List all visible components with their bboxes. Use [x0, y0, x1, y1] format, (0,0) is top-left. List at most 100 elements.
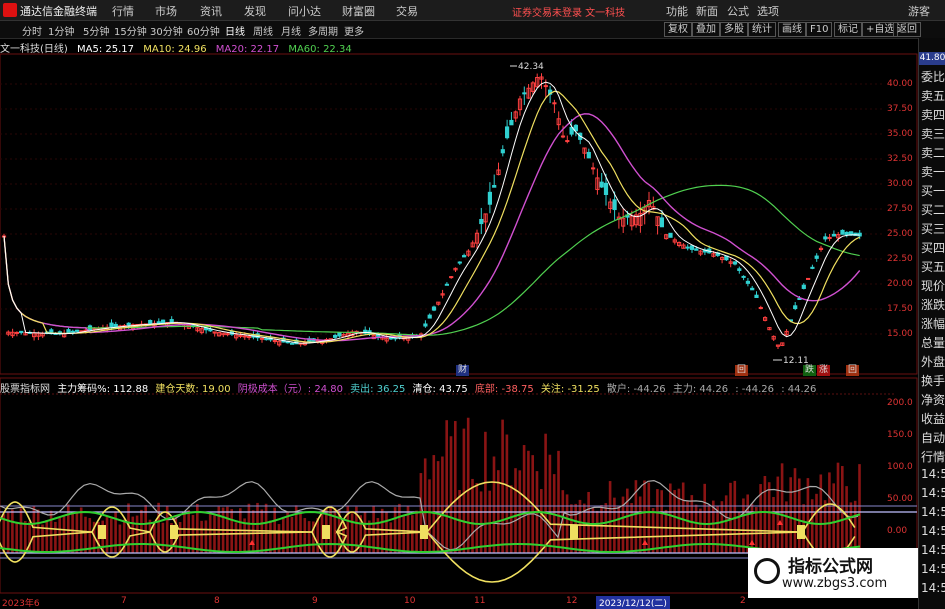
- tag-event-1[interactable]: 回: [735, 365, 749, 376]
- candle-body: [505, 126, 510, 139]
- indicator-bar: [49, 510, 53, 553]
- watermark-logo-icon: [754, 558, 780, 584]
- indicator-bar: [849, 502, 853, 553]
- indicator-bar: [187, 510, 190, 553]
- indicator-bar: [398, 503, 401, 553]
- indicator-bar: [673, 490, 676, 553]
- indicator-bar: [466, 417, 470, 553]
- sidebar-label: 卖三: [921, 127, 945, 141]
- indicator-bar: [548, 454, 552, 553]
- sidebar-label: 换手: [921, 374, 945, 388]
- indicator-bar: [79, 507, 83, 553]
- indicator-info-line: 股票指标网 主力筹码%: 112.88 建仓天数: 19.00 阴极成本（元）:…: [0, 380, 820, 395]
- price-tick-17-5: 17.50: [887, 304, 913, 314]
- indicator-bar: [608, 481, 612, 553]
- indicator-bar: [350, 513, 354, 553]
- candle-body: [840, 229, 845, 235]
- candle-body: [543, 85, 548, 88]
- candle-body: [754, 294, 759, 299]
- candle-body: [272, 340, 277, 343]
- tag-finance[interactable]: 财: [456, 365, 470, 376]
- watermark-url: www.zbgs3.com: [782, 576, 888, 591]
- candle-body: [113, 323, 118, 327]
- tag-fall[interactable]: 跌: [803, 365, 817, 376]
- candle-body: [492, 185, 497, 188]
- indicator-bar: [428, 479, 431, 553]
- candle-body: [737, 268, 742, 271]
- indicator-bar: [264, 503, 268, 553]
- sidebar-label: 行情: [921, 450, 945, 464]
- indicator-bars: [2, 417, 861, 553]
- indicator-bar: [118, 524, 122, 553]
- candle-body: [831, 233, 836, 237]
- candle-body: [814, 255, 819, 259]
- indicator-bar: [11, 509, 14, 553]
- indicator-bar: [269, 520, 272, 553]
- indicator-bar: [441, 456, 444, 553]
- candle-body: [161, 319, 166, 324]
- ind-tick-150: 150.0: [887, 430, 913, 440]
- tag-rise[interactable]: 涨: [817, 365, 831, 376]
- indicator-bar: [578, 499, 582, 553]
- ind-tick-50: 50.00: [887, 494, 913, 504]
- candle-body: [427, 314, 432, 319]
- candle-body: [148, 319, 153, 325]
- ind-bottom: 底部: -38.75: [474, 384, 534, 395]
- ind-tick-100: 100.0: [887, 462, 913, 472]
- indicator-bar: [626, 488, 629, 553]
- candle-body: [169, 319, 174, 323]
- candle-body: [423, 323, 428, 327]
- candlesticks: [1, 73, 862, 350]
- ind-watch: 关注: -31.25: [540, 384, 600, 395]
- ind-cost: 阴极成本（元）: 24.80: [237, 384, 343, 395]
- sidebar-label: 外盘: [921, 355, 945, 369]
- indicator-bar: [522, 445, 526, 553]
- indicator-bar: [247, 503, 251, 553]
- sidebar-label: 委比: [921, 70, 945, 84]
- indicator-bar: [819, 474, 823, 553]
- up-arrow-icon: [749, 540, 755, 545]
- price-tick-27-5: 27.50: [887, 204, 913, 214]
- indicator-bar: [638, 496, 642, 553]
- candle-body: [337, 332, 342, 337]
- ind-extra-1: : -44.26: [735, 384, 775, 395]
- indicator-bar: [617, 506, 620, 553]
- indicator-bar: [140, 509, 143, 553]
- candle-body: [599, 181, 604, 188]
- indicator-bar: [200, 520, 203, 553]
- price-tick-20: 20.00: [887, 279, 913, 289]
- candle-body: [603, 182, 609, 196]
- indicator-bar: [389, 522, 393, 553]
- indicator-bar: [380, 508, 384, 553]
- current-price-box: 41.80: [919, 52, 945, 65]
- candle-body: [242, 335, 247, 338]
- indicator-bar: [772, 497, 775, 553]
- indicator-bar: [785, 501, 788, 553]
- watermark-box: 指标公式网 www.zbgs3.com: [748, 548, 918, 598]
- indicator-bar: [540, 489, 543, 553]
- indicator-bar: [307, 521, 311, 553]
- sidebar-label: 14:5: [921, 505, 945, 519]
- candle-body: [75, 329, 80, 332]
- price-tick-25: 25.00: [887, 229, 913, 239]
- price-tick-30: 30.00: [887, 179, 913, 189]
- ind-tick-200: 200.0: [887, 398, 913, 408]
- indicator-bar: [110, 518, 113, 553]
- indicator-marker: [322, 525, 330, 539]
- indicator-bar: [161, 522, 165, 553]
- indicator-bar: [462, 428, 466, 553]
- tag-event-2[interactable]: 回: [846, 365, 860, 376]
- candle-body: [750, 287, 755, 291]
- indicator-bar: [501, 419, 504, 553]
- candle-body: [685, 246, 690, 249]
- indicator-bar: [303, 518, 307, 553]
- indicator-bar: [484, 431, 487, 553]
- chart-canvas[interactable]: 42.34 12.11: [0, 0, 945, 609]
- indicator-bar: [251, 510, 255, 553]
- sidebar-label: 买五: [921, 260, 945, 274]
- indicator-bar: [509, 485, 513, 553]
- ind-clear: 清仓: 43.75: [412, 384, 468, 395]
- ma5-line: [3, 81, 860, 344]
- indicator-bar: [6, 512, 10, 553]
- indicator-bar: [669, 483, 672, 553]
